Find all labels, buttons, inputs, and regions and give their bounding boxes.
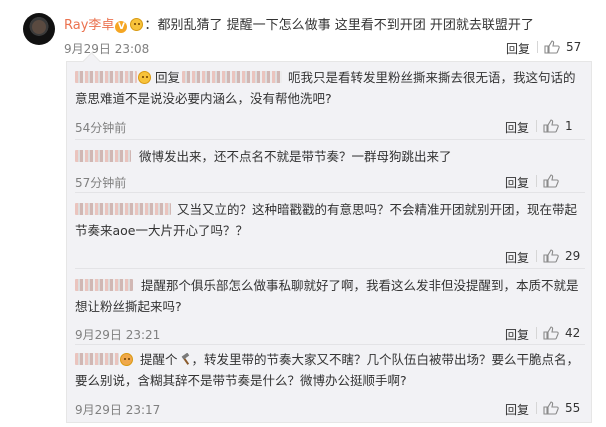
blurred-username xyxy=(75,279,133,291)
like-count: 1 xyxy=(565,119,573,133)
reply-text: 回复 呃我只是看转发里粉丝撕来撕去很无语，我这句话的意思难道不是说没必要内涵么，没… xyxy=(75,67,581,109)
action-separator xyxy=(536,327,537,339)
reply-text: 又当又立的？这种暗戳戳的有意思吗？不会精准开团就别开团，现在带起节奏来aoe一大… xyxy=(75,199,581,241)
username[interactable]: Ray李卓 xyxy=(64,18,114,33)
reply-text: 微博发出来，还不点名不就是带节奏？一群母狗跳出来了 xyxy=(75,146,581,167)
comment-time: 9月29日 23:08 xyxy=(64,42,150,56)
like-count: 29 xyxy=(565,249,581,263)
main-comment-line: Ray李卓 V ：都别乱猜了 提醒一下怎么做事 这里看不到开团 开团就去联盟开了 xyxy=(64,14,534,33)
blurred-username xyxy=(75,150,131,162)
emoji-icon xyxy=(120,353,133,366)
comment-text: 都别乱猜了 提醒一下怎么做事 这里看不到开团 开团就去联盟开了 xyxy=(157,18,534,33)
reply-divider xyxy=(75,192,585,193)
avatar[interactable] xyxy=(23,13,55,45)
reply-prefix: 回复 xyxy=(155,70,181,85)
blurred-username xyxy=(75,71,137,83)
reply-body: 微博发出来，还不点名不就是带节奏？一群母狗跳出来了 xyxy=(139,149,452,164)
like-icon[interactable] xyxy=(544,40,560,54)
reply-divider xyxy=(75,268,585,269)
blurred-username xyxy=(182,71,283,83)
action-separator xyxy=(536,402,537,414)
reply-body: 提醒那个俱乐部怎么做事私聊就好了啊，我看这么发非但没提醒到，本质不就是想让粉丝撕… xyxy=(75,278,579,314)
like-count: 57 xyxy=(566,40,582,54)
reply-button[interactable]: 回复 xyxy=(505,174,529,191)
like-icon[interactable] xyxy=(543,249,559,263)
like-count: 55 xyxy=(565,401,581,415)
verified-badge-icon: V xyxy=(115,21,128,33)
like-count: 42 xyxy=(565,326,581,340)
emoji-icon xyxy=(138,71,151,84)
reply-time: 57分钟前 xyxy=(75,176,127,190)
colon: ： xyxy=(144,18,158,33)
emoji-icon xyxy=(130,18,144,31)
reply-button[interactable]: 回复 xyxy=(505,401,529,418)
blurred-username xyxy=(75,353,119,365)
like-icon[interactable] xyxy=(543,326,559,340)
reply-body: 提醒个 xyxy=(140,352,178,367)
blurred-username xyxy=(75,203,171,215)
reply-text: 提醒那个俱乐部怎么做事私聊就好了啊，我看这么发非但没提醒到，本质不就是想让粉丝撕… xyxy=(75,275,581,317)
reply-button[interactable]: 回复 xyxy=(505,249,529,266)
action-separator xyxy=(537,41,538,53)
reply-button[interactable]: 回复 xyxy=(505,326,529,343)
reply-time: 54分钟前 xyxy=(75,121,127,135)
replies-panel: 回复 呃我只是看转发里粉丝撕来撕去很无语，我这句话的意思难道不是说没必要内涵么，没… xyxy=(66,61,592,423)
like-icon[interactable] xyxy=(543,119,559,133)
hammer-icon xyxy=(181,353,189,365)
reply-button[interactable]: 回复 xyxy=(505,119,529,136)
like-icon[interactable] xyxy=(543,401,559,415)
action-separator xyxy=(536,120,537,132)
reply-divider xyxy=(75,344,585,345)
action-separator xyxy=(536,250,537,262)
reply-text: 提醒个 ，转发里带的节奏大家又不瞎？几个队伍白被带出场？要么干脆点名，要么别说，含… xyxy=(75,349,581,391)
like-icon[interactable] xyxy=(543,174,559,188)
reply-time: 9月29日 23:21 xyxy=(75,328,161,342)
reply-divider xyxy=(75,139,585,140)
reply-time: 9月29日 23:17 xyxy=(75,403,161,417)
action-separator xyxy=(536,175,537,187)
reply-button[interactable]: 回复 xyxy=(506,40,530,57)
